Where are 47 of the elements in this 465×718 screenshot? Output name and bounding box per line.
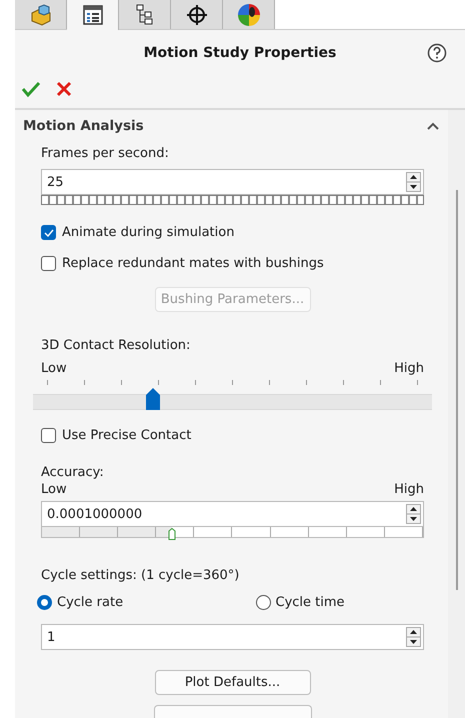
property-list-icon [82, 5, 102, 25]
checkbox-label: Replace redundant mates with bushings [62, 256, 324, 271]
thumbwheel[interactable] [41, 195, 424, 205]
spin-arrows-icon[interactable] [406, 172, 421, 192]
accuracy-slider[interactable] [41, 527, 424, 538]
spin-arrows-icon[interactable] [406, 627, 421, 647]
radio-button[interactable] [37, 595, 52, 610]
accuracy-spin-field[interactable]: 0.0001000000 [41, 501, 424, 527]
slider-track[interactable] [33, 388, 432, 410]
color-ball-icon [236, 2, 260, 26]
field-label: Accuracy: [41, 465, 105, 480]
scrollbar-thumb[interactable] [456, 190, 458, 590]
scale-low-label: Low [41, 361, 67, 376]
cancel-x-icon[interactable] [55, 80, 73, 98]
cube-part-icon [30, 4, 52, 26]
scale-low-label: Low [41, 482, 67, 497]
radio-label: Cycle rate [57, 595, 124, 610]
checkmark-icon [44, 228, 54, 236]
panel-title: Motion Study Properties [144, 45, 336, 61]
panel-tab[interactable] [171, 0, 223, 29]
frames-spin-field[interactable]: 25 [41, 169, 424, 195]
cycle-spin-field[interactable]: 1 [41, 624, 424, 650]
slider-thumb[interactable] [168, 528, 176, 540]
spin-arrows-icon[interactable] [406, 504, 421, 524]
panel-tab[interactable] [67, 0, 119, 30]
panel-tab[interactable] [223, 0, 275, 29]
scale-high-label: High [394, 361, 424, 376]
slider-thumb[interactable] [146, 388, 160, 410]
help-icon[interactable] [427, 43, 447, 63]
plot-defaults-button[interactable]: Plot Defaults... [154, 670, 310, 695]
panel-tab[interactable] [119, 0, 171, 29]
checkbox[interactable] [41, 256, 56, 271]
ok-check-icon[interactable] [21, 80, 41, 98]
crosshair-icon [186, 4, 208, 26]
collapse-chevron-icon[interactable] [426, 121, 440, 131]
field-label: Cycle settings: (1 cycle=360°) [41, 568, 240, 583]
checkbox[interactable] [41, 225, 56, 240]
section-title: Motion Analysis [23, 118, 144, 134]
field-label: Frames per second: [41, 146, 170, 161]
radio-label: Cycle time [276, 595, 345, 610]
checkbox[interactable] [41, 428, 56, 443]
checkbox-label: Animate during simulation [62, 225, 234, 240]
radio-button[interactable] [256, 595, 270, 610]
field-label: 3D Contact Resolution: [41, 338, 192, 353]
scale-high-label: High [394, 482, 424, 497]
tree-structure-icon [136, 4, 154, 26]
checkbox-label: Use Precise Contact [62, 428, 192, 443]
